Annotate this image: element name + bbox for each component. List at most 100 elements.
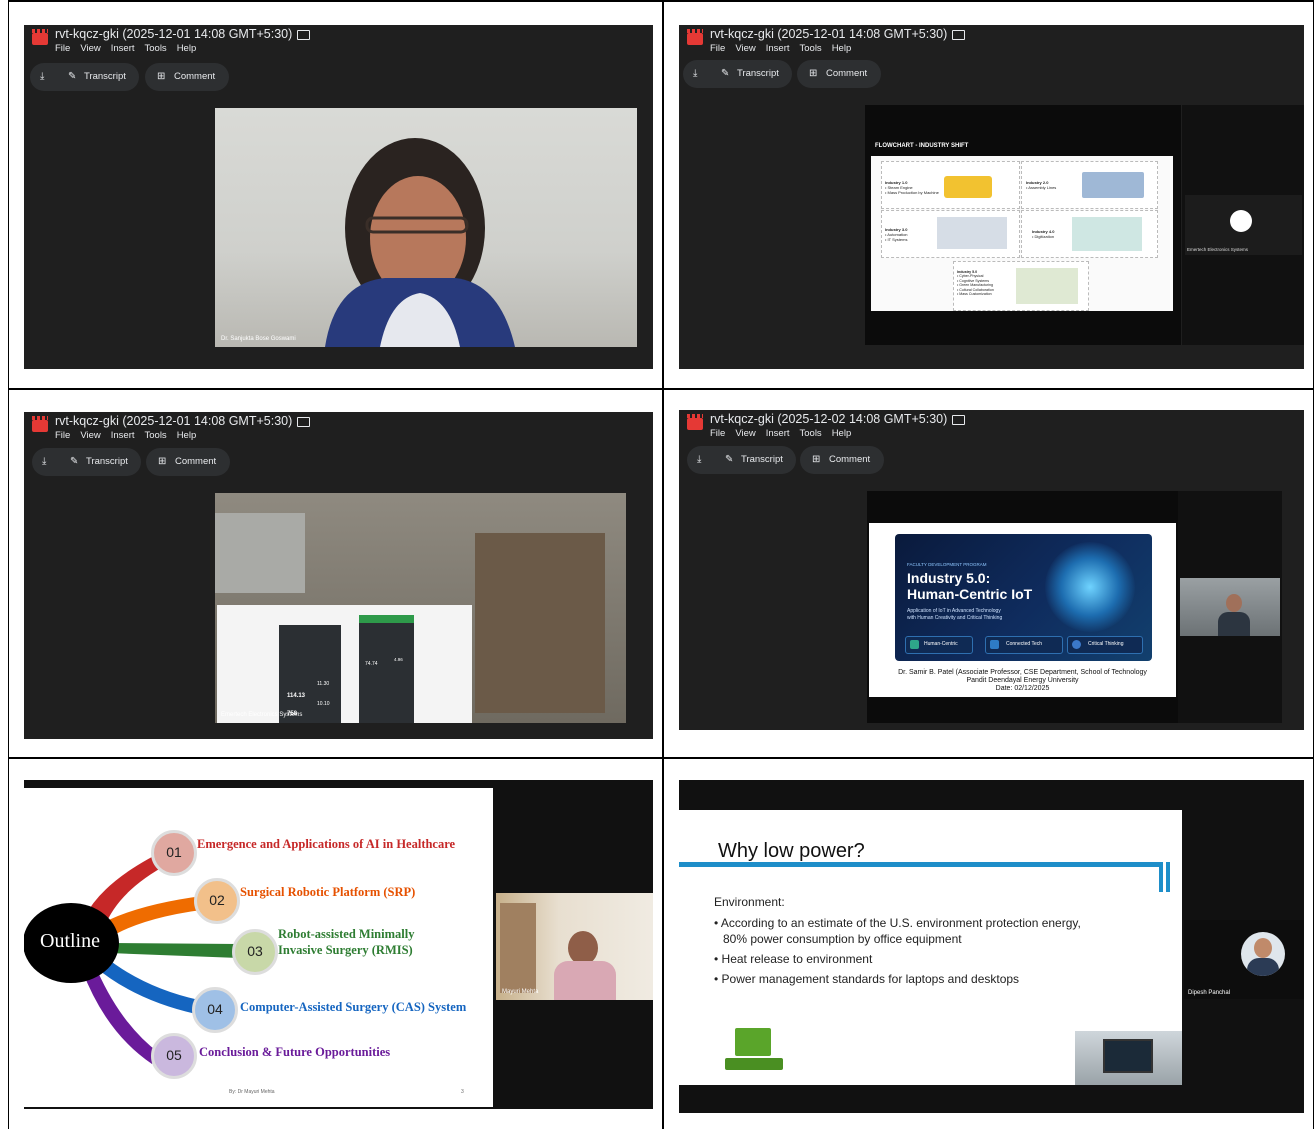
slide-heading: Industry 5.0: <box>907 570 991 586</box>
bullet-list: • According to an estimate of the U.S. e… <box>714 915 1081 987</box>
toolbar-comment-group: ⊞ Comment <box>146 448 230 476</box>
folder-icon[interactable] <box>297 416 311 427</box>
participant-tile <box>1178 491 1282 723</box>
toolbar-comment-group: ⊞ Comment <box>797 60 881 88</box>
transcript-button[interactable]: Transcript <box>741 454 783 465</box>
item-badge: 04 <box>192 987 238 1033</box>
slide-subtitle: Application of IoT in Advanced Technolog… <box>907 608 1001 614</box>
slide-page-number: 3 <box>461 1089 464 1095</box>
menu-insert[interactable]: Insert <box>766 428 790 439</box>
industry-1-box: Industry 1.0 • Steam Engine • Mass Product… <box>881 161 1020 209</box>
comment-icon: ⊞ <box>809 68 818 79</box>
menu-tools[interactable]: Tools <box>145 43 167 54</box>
person-icon <box>910 640 919 649</box>
clapperboard-icon <box>687 29 703 45</box>
recording-title: rvt-kqcz-gki (2025-12-01 14:08 GMT+5:30) <box>710 27 948 41</box>
transcript-icon: ✎ <box>721 68 730 79</box>
menu-file[interactable]: File <box>55 430 70 441</box>
reading-value: 114.13 <box>287 693 306 699</box>
clapperboard-icon <box>687 414 703 430</box>
menu-help[interactable]: Help <box>177 430 197 441</box>
recording-title: rvt-kqcz-gki (2025-12-01 14:08 GMT+5:30) <box>55 414 293 428</box>
outline-item: Robot-assisted Minimally Invasive Surgery… <box>278 927 415 957</box>
bullet-item: • Heat release to environment <box>714 952 873 966</box>
menu-tools[interactable]: Tools <box>145 430 167 441</box>
panel-5: Outline 01 Emergence and Applications of… <box>24 780 653 1109</box>
title-bar: rvt-kqcz-gki (2025-12-01 14:08 GMT+5:30)… <box>24 412 653 442</box>
bullet-item: 80% power consumption by office equipmen… <box>723 932 962 946</box>
title-bar: rvt-kqcz-gki (2025-12-02 14:08 GMT+5:30)… <box>679 410 1304 440</box>
transcript-icon: ✎ <box>68 71 77 82</box>
menu-tools[interactable]: Tools <box>800 43 822 54</box>
comment-button[interactable]: Comment <box>829 454 870 465</box>
brain-graphic <box>1045 542 1135 632</box>
clapperboard-icon <box>32 416 48 432</box>
menu-bar: File View Insert Tools Help <box>710 43 861 54</box>
menu-insert[interactable]: Insert <box>111 430 135 441</box>
computer-clipart <box>725 1028 785 1078</box>
laptop-screen: 114.13 11.30 758 10.10 74.74 4.96 <box>217 605 472 723</box>
frame-right <box>1313 0 1314 1129</box>
low-power-slide: Why low power? Environment: • According … <box>679 810 1182 1085</box>
reading-value: 11.30 <box>317 681 330 687</box>
panel-3: rvt-kqcz-gki (2025-12-01 14:08 GMT+5:30)… <box>24 412 653 739</box>
transcript-button[interactable]: Transcript <box>737 68 779 79</box>
toolbar-comment-group: ⊞ Comment <box>800 446 884 474</box>
comment-button[interactable]: Comment <box>174 71 215 82</box>
frame-row1 <box>8 388 1314 390</box>
item-badge: 01 <box>151 830 197 876</box>
video-frame: 114.13 11.30 758 10.10 74.74 4.96 Emerte… <box>215 493 626 723</box>
industry-2-box: Industry 2.0 • Assembly Lines <box>1021 161 1158 209</box>
menu-file[interactable]: File <box>55 43 70 54</box>
menu-help[interactable]: Help <box>832 428 852 439</box>
participant-tile: Emertech Electronics Systems <box>1182 105 1304 345</box>
menu-help[interactable]: Help <box>177 43 197 54</box>
menu-file[interactable]: File <box>710 428 725 439</box>
download-icon[interactable]: ⤓ <box>697 454 701 465</box>
participant-label: Emertech Electronics Systems <box>1187 247 1249 252</box>
outline-slide: Outline 01 Emergence and Applications of… <box>24 788 493 1107</box>
title-rule <box>679 862 1163 867</box>
title-bar: rvt-kqcz-gki (2025-12-01 14:08 GMT+5:30)… <box>24 25 653 55</box>
company-logo-icon <box>1230 210 1252 232</box>
reading-value: 10.10 <box>317 701 330 707</box>
menu-view[interactable]: View <box>80 430 100 441</box>
slide-title: Why low power? <box>718 840 865 862</box>
download-icon[interactable]: ⤓ <box>42 456 46 467</box>
outline-center: Outline <box>40 930 100 952</box>
transcript-icon: ✎ <box>70 456 79 467</box>
menu-view[interactable]: View <box>735 43 755 54</box>
menu-view[interactable]: View <box>735 428 755 439</box>
folder-icon[interactable] <box>952 414 966 425</box>
bullet-item: • Power management standards for laptops… <box>714 972 1020 986</box>
brain-icon <box>1072 640 1081 649</box>
shared-screen: FACULTY DEVELOPMENT PROGRAM Industry 5.0… <box>867 491 1178 723</box>
menu-insert[interactable]: Insert <box>766 43 790 54</box>
slide-heading: Human-Centric IoT <box>907 586 1033 602</box>
menu-view[interactable]: View <box>80 43 100 54</box>
comment-button[interactable]: Comment <box>175 456 216 467</box>
menu-help[interactable]: Help <box>832 43 852 54</box>
download-icon[interactable]: ⤓ <box>40 71 44 82</box>
menu-file[interactable]: File <box>710 43 725 54</box>
folder-icon[interactable] <box>952 29 966 40</box>
download-icon[interactable]: ⤓ <box>693 68 697 79</box>
outline-item: Conclusion & Future Opportunities <box>199 1045 391 1059</box>
panel-1: rvt-kqcz-gki (2025-12-01 14:08 GMT+5:30)… <box>24 25 653 369</box>
menu-bar: File View Insert Tools Help <box>55 430 206 441</box>
panel-4: rvt-kqcz-gki (2025-12-02 14:08 GMT+5:30)… <box>679 410 1304 730</box>
comment-button[interactable]: Comment <box>826 68 867 79</box>
section-label: Environment: <box>714 895 785 909</box>
transcript-button[interactable]: Transcript <box>84 71 126 82</box>
folder-icon[interactable] <box>297 29 311 40</box>
clapperboard-icon <box>32 29 48 45</box>
menu-insert[interactable]: Insert <box>111 43 135 54</box>
transcript-button[interactable]: Transcript <box>86 456 128 467</box>
outline-item: Emergence and Applications of AI in Heal… <box>197 837 456 851</box>
speaker-name-tag: Dr. Sanjukta Bose Goswami <box>221 336 296 342</box>
outline-item: Surgical Robotic Platform (SRP) <box>240 885 416 899</box>
menu-tools[interactable]: Tools <box>800 428 822 439</box>
video-frame: Dr. Sanjukta Bose Goswami <box>215 108 637 347</box>
toolbar-left-group: ⤓ ✎ Transcript <box>683 60 792 88</box>
shared-screen: FLOWCHART - INDUSTRY SHIFT Industry 1.0 •… <box>865 105 1181 345</box>
